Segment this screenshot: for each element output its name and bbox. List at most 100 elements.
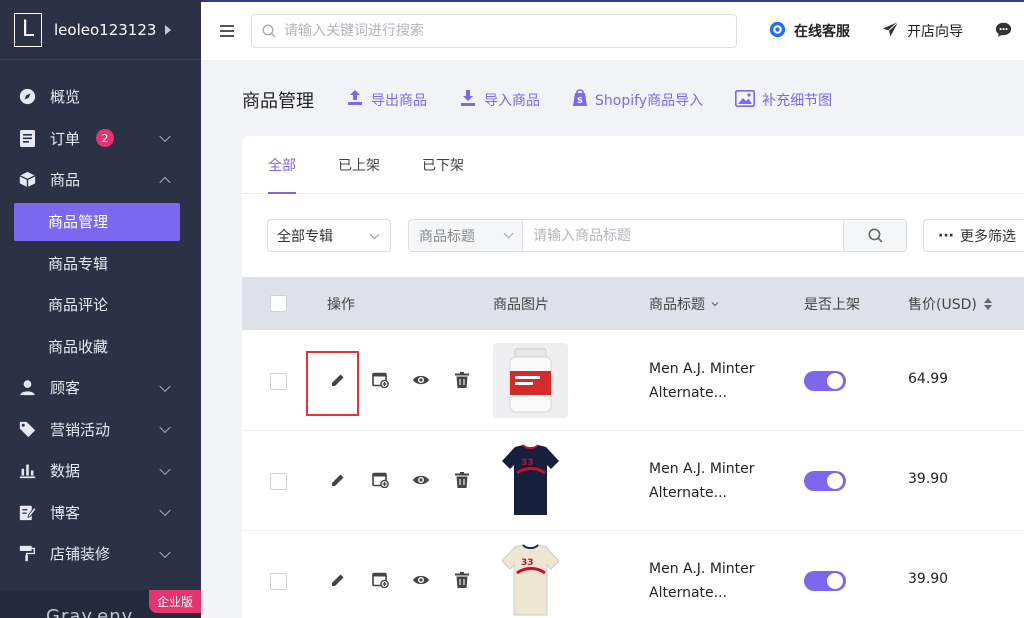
sidebar-item-products[interactable]: 商品	[0, 159, 201, 201]
listed-toggle[interactable]	[804, 571, 846, 591]
svg-text:33: 33	[521, 458, 534, 468]
chevron-down-icon	[369, 229, 380, 240]
row-checkbox[interactable]	[270, 573, 287, 590]
product-title[interactable]: Men A.J. Minter Alternate...	[649, 557, 779, 605]
message-link[interactable]	[995, 21, 1020, 42]
sidebar-item-orders[interactable]: 订单 2	[0, 118, 201, 160]
sidebar-item-label: 博客	[50, 503, 81, 522]
table-row: 33 Men A.J. Minter Alternate... 39.90	[242, 531, 1024, 618]
sidebar-item-label: 营销活动	[50, 420, 111, 439]
filter-search-button[interactable]	[843, 220, 906, 251]
sidebar-subitem-product-albums[interactable]: 商品专辑	[0, 243, 201, 285]
add-to-album-icon[interactable]	[369, 569, 391, 591]
sidebar-item-customers[interactable]: 顾客	[0, 367, 201, 409]
view-icon[interactable]	[410, 569, 432, 591]
image-icon	[735, 89, 756, 111]
store-guide-link[interactable]: 开店向导	[882, 20, 963, 42]
global-search	[251, 14, 737, 48]
chevron-down-icon	[159, 504, 171, 517]
column-price-label: 售价(USD)	[908, 296, 977, 313]
chevron-down-icon	[159, 421, 171, 434]
chevron-down-icon	[159, 130, 171, 143]
caret-right-icon	[165, 24, 171, 35]
table-header: 操作 商品图片 商品标题 是否上架 售价(USD)	[242, 277, 1024, 330]
order-count-badge: 2	[96, 129, 115, 148]
title-field-select[interactable]: 商品标题	[409, 220, 523, 251]
more-filters-label: 更多筛选	[959, 228, 1016, 245]
shopify-import-button[interactable]: S Shopify商品导入	[572, 89, 703, 111]
page-title: 商品管理	[242, 91, 314, 112]
tab-unlisted[interactable]: 已下架	[422, 136, 464, 194]
row-checkbox[interactable]	[270, 373, 287, 390]
product-image: 33	[493, 443, 568, 518]
import-products-button[interactable]: 导入商品	[459, 89, 540, 111]
sidebar-item-blog[interactable]: 博客	[0, 492, 201, 534]
export-products-button[interactable]: 导出商品	[346, 89, 427, 111]
product-title-input[interactable]	[523, 220, 843, 251]
product-list-card: 全部 已上架 已下架 全部专辑 商品标题 ··· 更多筛选 操作 商品图片	[242, 136, 1024, 618]
add-to-album-icon[interactable]	[369, 469, 391, 491]
sidebar-subitem-product-management[interactable]: 商品管理	[14, 202, 180, 241]
sort-icon	[983, 297, 992, 310]
sidebar-item-overview[interactable]: 概览	[0, 76, 201, 118]
tab-all[interactable]: 全部	[268, 136, 296, 194]
online-support-label: 在线客服	[794, 24, 850, 40]
search-icon	[867, 228, 882, 243]
sidebar-item-label: 商品	[50, 171, 81, 190]
listed-toggle[interactable]	[804, 471, 846, 491]
view-icon[interactable]	[410, 469, 432, 491]
product-title[interactable]: Men A.J. Minter Alternate...	[649, 357, 779, 405]
listed-toggle[interactable]	[804, 371, 846, 391]
detail-images-button[interactable]: 补充细节图	[735, 89, 832, 111]
product-title[interactable]: Men A.J. Minter Alternate...	[649, 457, 779, 505]
product-price: 39.90	[908, 571, 949, 587]
edit-icon[interactable]	[327, 569, 349, 591]
delete-icon[interactable]	[451, 369, 473, 391]
enterprise-badge: 企业版	[148, 590, 201, 613]
sidebar-item-marketing[interactable]: 营销活动	[0, 409, 201, 451]
menu-toggle-icon[interactable]	[220, 25, 234, 37]
more-filters-button[interactable]: ··· 更多筛选	[923, 219, 1024, 252]
edit-icon[interactable]	[327, 469, 349, 491]
add-to-album-icon[interactable]	[369, 369, 391, 391]
account-switcher[interactable]: L leoleo123123	[0, 0, 201, 60]
sidebar-item-label: 数据	[50, 462, 81, 481]
paper-plane-icon	[882, 20, 899, 42]
svg-text:33: 33	[521, 558, 534, 568]
album-select-value: 全部专辑	[277, 228, 333, 245]
product-price: 39.90	[908, 471, 949, 487]
tab-listed[interactable]: 已上架	[338, 136, 380, 194]
chevron-up-icon	[159, 176, 171, 188]
more-dots-icon: ···	[938, 227, 954, 244]
store-logo: L	[14, 12, 42, 47]
column-title[interactable]: 商品标题	[649, 277, 720, 330]
view-icon[interactable]	[410, 369, 432, 391]
product-image	[493, 343, 568, 418]
edit-icon[interactable]	[327, 369, 349, 391]
chevron-down-icon	[159, 463, 171, 475]
select-all-checkbox[interactable]	[270, 295, 287, 312]
chat-bubble-icon	[995, 21, 1012, 42]
status-tabs: 全部 已上架 已下架	[242, 136, 1024, 194]
column-price[interactable]: 售价(USD)	[908, 277, 993, 330]
sidebar-item-data[interactable]: 数据	[0, 450, 201, 492]
store-guide-label: 开店向导	[907, 24, 963, 40]
sidebar-subitem-product-reviews[interactable]: 商品评论	[0, 284, 201, 326]
table-row: 33 Men A.J. Minter Alternate... 39.90	[242, 431, 1024, 531]
global-search-input[interactable]	[284, 23, 704, 39]
title-field-select-value: 商品标题	[419, 228, 475, 245]
chevron-down-icon	[711, 301, 719, 306]
album-select[interactable]: 全部专辑	[267, 219, 391, 252]
product-title-line2: Alternate...	[649, 485, 727, 501]
blog-icon	[18, 503, 36, 521]
sidebar-item-store-design[interactable]: 店铺装修	[0, 533, 201, 575]
online-support-link[interactable]: 在线客服	[769, 21, 850, 42]
row-checkbox[interactable]	[270, 473, 287, 490]
import-products-label: 导入商品	[484, 93, 540, 109]
export-products-label: 导出商品	[371, 93, 427, 109]
sidebar-item-label: 概览	[50, 88, 81, 107]
delete-icon[interactable]	[451, 569, 473, 591]
sidebar-subitem-product-favorites[interactable]: 商品收藏	[0, 326, 201, 368]
delete-icon[interactable]	[451, 469, 473, 491]
product-title-line1: Men A.J. Minter	[649, 561, 755, 577]
